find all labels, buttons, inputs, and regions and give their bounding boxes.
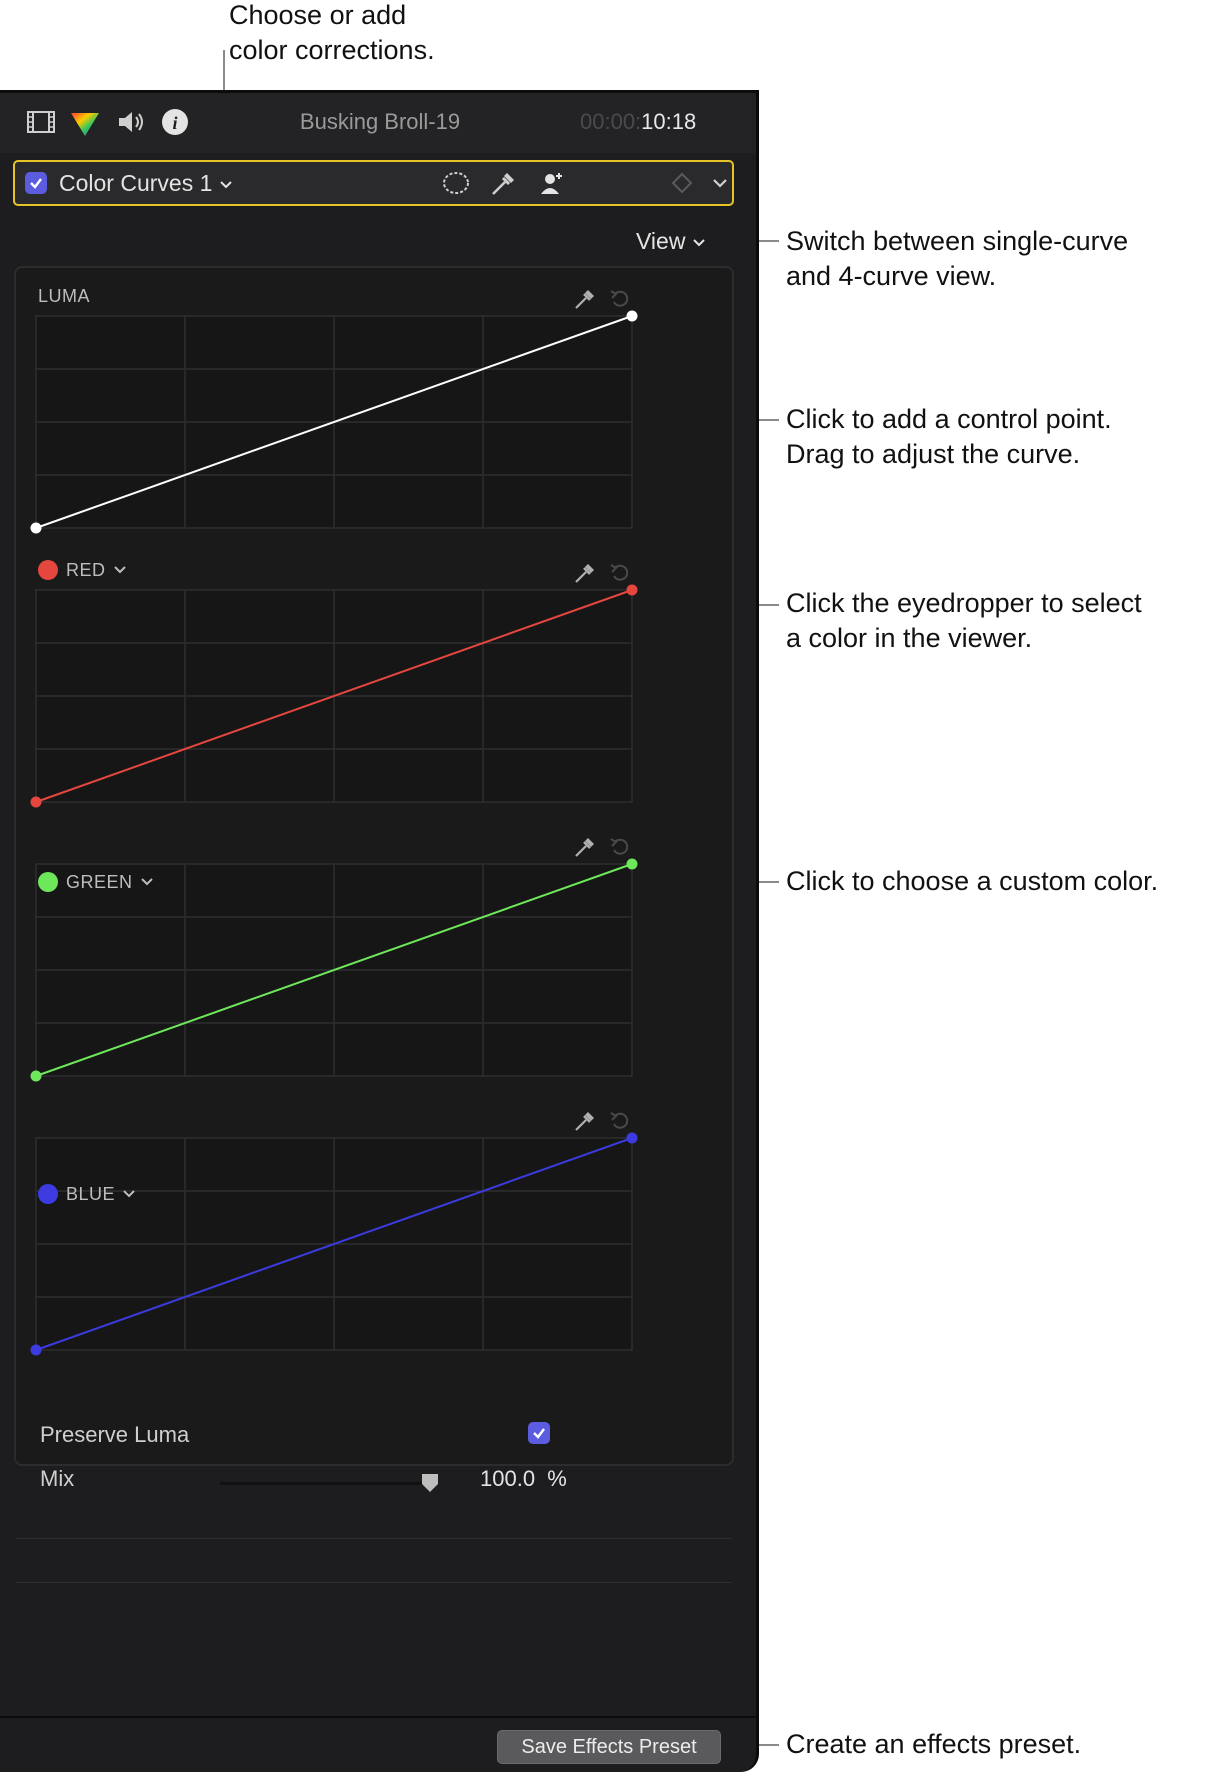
control-point-white-blue[interactable] [626,1132,638,1144]
timecode: 00:00:10:18 [580,109,697,134]
curves-container: LUMA RED GREEN BLUE [14,266,734,1583]
divider [16,1538,732,1539]
callout-control-point: Click to add a control point. Drag to ad… [786,404,1112,469]
eyedropper-icon[interactable] [575,564,594,583]
reset-icon[interactable] [610,564,629,581]
chevron-down-icon [220,181,233,189]
keyframe-diamond-icon[interactable] [667,168,697,198]
control-point-white-red[interactable] [626,584,638,596]
preserve-luma-checkbox[interactable] [528,1422,550,1444]
color-mask-eyedropper-icon[interactable] [489,168,519,198]
curve-label-luma: LUMA [38,286,91,306]
clip-name: Busking Broll-19 [299,109,461,134]
callout-color-corrections: Choose or add color corrections. [229,0,435,65]
callout-custom-color: Click to choose a custom color. [786,866,1159,896]
curves-canvas[interactable] [16,268,732,1458]
control-point-white-green[interactable] [626,858,638,870]
callout-eyedropper: Click the eyedropper to select a color i… [786,588,1142,653]
callout-effects-preset: Create an effects preset. [786,1729,1082,1759]
view-menu-button[interactable]: View [636,228,707,255]
info-icon[interactable]: i [158,105,192,139]
red-color-swatch[interactable] [38,560,58,580]
chevron-down-icon [123,1190,135,1198]
save-effects-preset-button[interactable]: Save Effects Preset [497,1730,721,1764]
chevron-down-icon [140,878,153,886]
footer-divider [0,1716,756,1718]
color-prism-icon[interactable] [68,105,102,139]
effect-enable-checkbox[interactable] [25,172,47,194]
effect-name-dropdown[interactable]: Color Curves 1 [59,170,234,197]
reset-icon[interactable] [610,838,629,855]
control-point-black-luma[interactable] [30,522,42,534]
mask-ellipse-icon[interactable] [441,168,471,198]
mix-slider-track[interactable] [220,1482,430,1485]
control-point-black-blue[interactable] [30,1344,42,1356]
svg-text:i: i [172,113,177,133]
chevron-down-icon [113,566,126,574]
person-mask-icon[interactable] [537,168,567,198]
curve-label-green[interactable]: GREEN [66,872,155,893]
reset-icon[interactable] [610,1112,629,1129]
blue-color-swatch[interactable] [38,1184,58,1204]
mix-label: Mix [40,1466,75,1491]
curve-label-red[interactable]: RED [66,560,128,581]
film-icon[interactable] [24,105,58,139]
color-inspector-panel: i Busking Broll-19 00:00:10:18 Color Cur… [0,90,759,1772]
mix-value[interactable]: 100.0 % [480,1466,567,1492]
mix-slider-thumb[interactable] [420,1472,440,1499]
curve-label-blue[interactable]: BLUE [66,1184,137,1205]
eyedropper-icon[interactable] [575,1112,594,1131]
reset-icon[interactable] [610,290,629,307]
eyedropper-icon[interactable] [575,838,594,857]
control-point-black-green[interactable] [30,1070,42,1082]
preserve-luma-label: Preserve Luma [40,1422,190,1447]
effect-header-row: Color Curves 1 [13,160,734,206]
control-point-black-red[interactable] [30,796,42,808]
inspector-tab-bar: i Busking Broll-19 00:00:10:18 [0,90,756,153]
chevron-down-icon [693,239,706,247]
callout-view-switch: Switch between single-curve and 4-curve … [786,226,1129,291]
chevron-down-icon[interactable] [705,168,735,198]
eyedropper-icon[interactable] [575,290,594,309]
green-color-swatch[interactable] [38,872,58,892]
speaker-icon[interactable] [114,105,148,139]
divider [16,1582,732,1583]
control-point-white-luma[interactable] [626,310,638,322]
